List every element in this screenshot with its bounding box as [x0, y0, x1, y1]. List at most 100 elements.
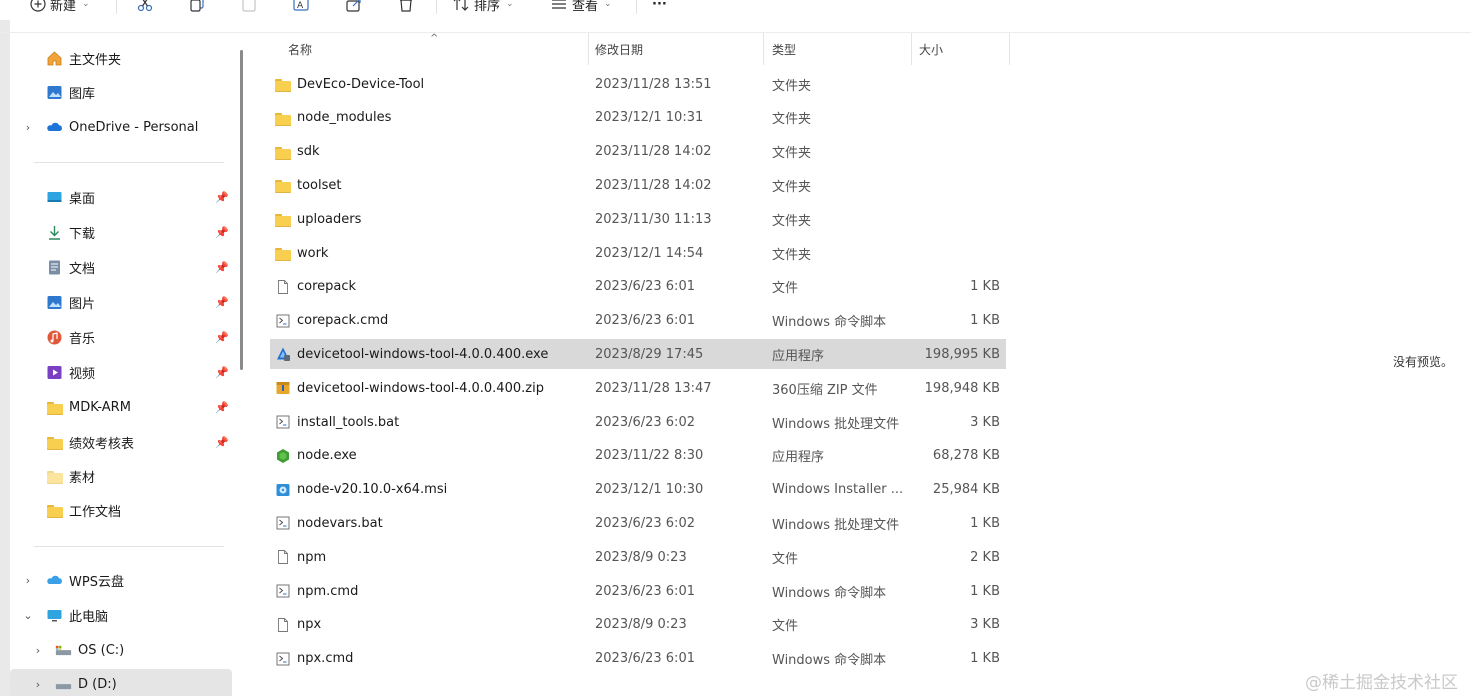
file-row[interactable]: npx.cmd 2023/6/23 6:01 Windows 命令脚本 1 KB [270, 644, 1006, 674]
sidebar-item-label: 工作文档 [69, 504, 122, 520]
more-options-button[interactable]: ··· [652, 0, 667, 16]
this-pc-icon [46, 607, 63, 624]
sidebar-item-drive-d[interactable]: › D (D:) [10, 669, 232, 696]
column-divider[interactable] [588, 33, 589, 65]
paste-button[interactable] [240, 0, 258, 16]
file-row[interactable]: nodevars.bat 2023/6/23 6:02 Windows 批处理文件 1… [270, 508, 1006, 538]
file-row[interactable]: devicetool-windows-tool-4.0.0.400.exe 202… [270, 339, 1006, 370]
delete-button[interactable] [397, 0, 415, 16]
column-divider[interactable] [763, 33, 764, 65]
zip-archive-icon [275, 380, 291, 396]
sidebar-item-label: D (D:) [78, 676, 117, 692]
sidebar-scrollbar[interactable] [240, 50, 243, 370]
file-type: Windows 命令脚本 [772, 585, 887, 601]
file-row[interactable]: corepack.cmd 2023/6/23 6:01 Windows 命令脚本 1 … [270, 306, 1006, 336]
trash-icon [400, 0, 412, 12]
sidebar-item-drive-c[interactable]: › OS (C:) [10, 635, 232, 665]
chevron-right-icon[interactable]: › [32, 644, 44, 657]
sort-button[interactable]: 排序 ⌄ [452, 0, 514, 16]
sidebar-item-label: 下载 [69, 226, 96, 242]
sort-ascending-icon: ^ [430, 33, 439, 44]
sidebar-item-documents[interactable]: 文档 📌 [10, 252, 232, 282]
sidebar-item-wps-cloud[interactable]: › WPS云盘 [10, 565, 232, 595]
file-row[interactable]: DevEco-Device-Tool 2023/11/28 13:51 文件夹 [270, 69, 1006, 99]
drive-d-icon [55, 676, 72, 693]
file-type: Windows 命令脚本 [772, 653, 887, 669]
file-icon [275, 279, 291, 295]
file-row[interactable]: devicetool-windows-tool-4.0.0.400.zip 202… [270, 373, 1006, 403]
sidebar-item-performance-sheet[interactable]: 绩效考核表 📌 [10, 427, 232, 457]
file-type: 文件夹 [772, 146, 812, 162]
sidebar-item-home[interactable]: 主文件夹 [10, 43, 232, 73]
file-name: uploaders [297, 211, 362, 227]
file-size: 1 KB [970, 651, 1000, 667]
installer-exe-icon [275, 346, 291, 362]
column-header-date[interactable]: 修改日期 [595, 41, 643, 58]
file-modified-date: 2023/12/1 10:31 [595, 110, 704, 126]
pictures-icon [46, 294, 63, 311]
file-row[interactable]: work 2023/12/1 14:54 文件夹 [270, 238, 1006, 268]
file-row[interactable]: node.exe 2023/11/22 8:30 应用程序 68,278 KB [270, 441, 1006, 471]
sidebar-item-this-pc[interactable]: ⌄ 此电脑 [10, 600, 232, 630]
sidebar-item-gallery[interactable]: 图库 [10, 77, 232, 107]
column-divider[interactable] [911, 33, 912, 65]
file-modified-date: 2023/6/23 6:01 [595, 279, 695, 295]
pin-icon[interactable]: 📌 [215, 436, 229, 449]
file-row[interactable]: toolset 2023/11/28 14:02 文件夹 [270, 170, 1006, 200]
pin-icon[interactable]: 📌 [215, 226, 229, 239]
file-name: npx [297, 617, 322, 633]
file-name: node.exe [297, 448, 357, 464]
file-type: 360压缩 ZIP 文件 [772, 382, 878, 398]
file-row[interactable]: uploaders 2023/11/30 11:13 文件夹 [270, 204, 1006, 234]
file-row[interactable]: corepack 2023/6/23 6:01 文件 1 KB [270, 272, 1006, 302]
pin-icon[interactable]: 📌 [215, 261, 229, 274]
file-name: work [297, 245, 329, 261]
sidebar-item-mdk-arm[interactable]: MDK-ARM 📌 [10, 392, 232, 422]
cut-button[interactable] [136, 0, 154, 16]
column-divider[interactable] [1009, 33, 1010, 65]
file-name: node_modules [297, 110, 392, 126]
svg-text:A: A [297, 1, 304, 11]
chevron-right-icon[interactable]: › [32, 678, 44, 691]
file-list: ^ 名称 修改日期 类型 大小 DevEco-Device-Tool 2023/1… [248, 33, 1018, 696]
pin-icon[interactable]: 📌 [215, 191, 229, 204]
pin-icon[interactable]: 📌 [215, 331, 229, 344]
chevron-down-icon: ⌄ [604, 0, 612, 9]
sidebar-item-materials[interactable]: 素材 [10, 461, 232, 491]
pin-icon[interactable]: 📌 [215, 401, 229, 414]
more-options-icon: ··· [652, 0, 667, 12]
view-button[interactable]: 查看 ⌄ [550, 0, 612, 16]
rename-button[interactable]: A [292, 0, 310, 16]
file-row[interactable]: npm 2023/8/9 0:23 文件 2 KB [270, 542, 1006, 572]
sidebar-item-pictures[interactable]: 图片 📌 [10, 287, 232, 317]
column-header-size[interactable]: 大小 [919, 41, 943, 58]
sidebar-item-work-docs[interactable]: 工作文档 [10, 495, 232, 525]
column-header-name[interactable]: 名称 [288, 41, 312, 58]
plus-circle-icon [30, 0, 46, 12]
file-modified-date: 2023/11/28 13:51 [595, 76, 712, 92]
file-size: 1 KB [970, 279, 1000, 295]
column-header-type[interactable]: 类型 [772, 41, 796, 58]
file-row[interactable]: npx 2023/8/9 0:23 文件 3 KB [270, 610, 1006, 640]
chevron-down-icon[interactable]: ⌄ [22, 609, 34, 622]
chevron-right-icon[interactable]: › [22, 574, 34, 587]
sidebar-item-downloads[interactable]: 下载 📌 [10, 217, 232, 247]
file-row[interactable]: node-v20.10.0-x64.msi 2023/12/1 10:30 Wind… [270, 475, 1006, 505]
file-row[interactable]: npm.cmd 2023/6/23 6:01 Windows 命令脚本 1 KB [270, 576, 1006, 606]
file-modified-date: 2023/11/30 11:13 [595, 211, 712, 227]
chevron-right-icon[interactable]: › [22, 121, 34, 134]
file-row[interactable]: node_modules 2023/12/1 10:31 文件夹 [270, 103, 1006, 133]
sidebar-item-music[interactable]: 音乐 📌 [10, 322, 232, 352]
file-name: npx.cmd [297, 651, 354, 667]
sidebar-item-onedrive[interactable]: › OneDrive - Personal [10, 112, 232, 142]
sidebar-item-desktop[interactable]: 桌面 📌 [10, 182, 232, 212]
file-row[interactable]: install_tools.bat 2023/6/23 6:02 Windows 批… [270, 407, 1006, 437]
pin-icon[interactable]: 📌 [215, 366, 229, 379]
pin-icon[interactable]: 📌 [215, 296, 229, 309]
new-button[interactable]: 新建 ⌄ [30, 0, 90, 16]
file-row[interactable]: sdk 2023/11/28 14:02 文件夹 [270, 137, 1006, 167]
file-modified-date: 2023/11/28 14:02 [595, 177, 712, 193]
copy-button[interactable] [188, 0, 206, 16]
sidebar-item-videos[interactable]: 视频 📌 [10, 357, 232, 387]
share-button[interactable] [345, 0, 363, 16]
